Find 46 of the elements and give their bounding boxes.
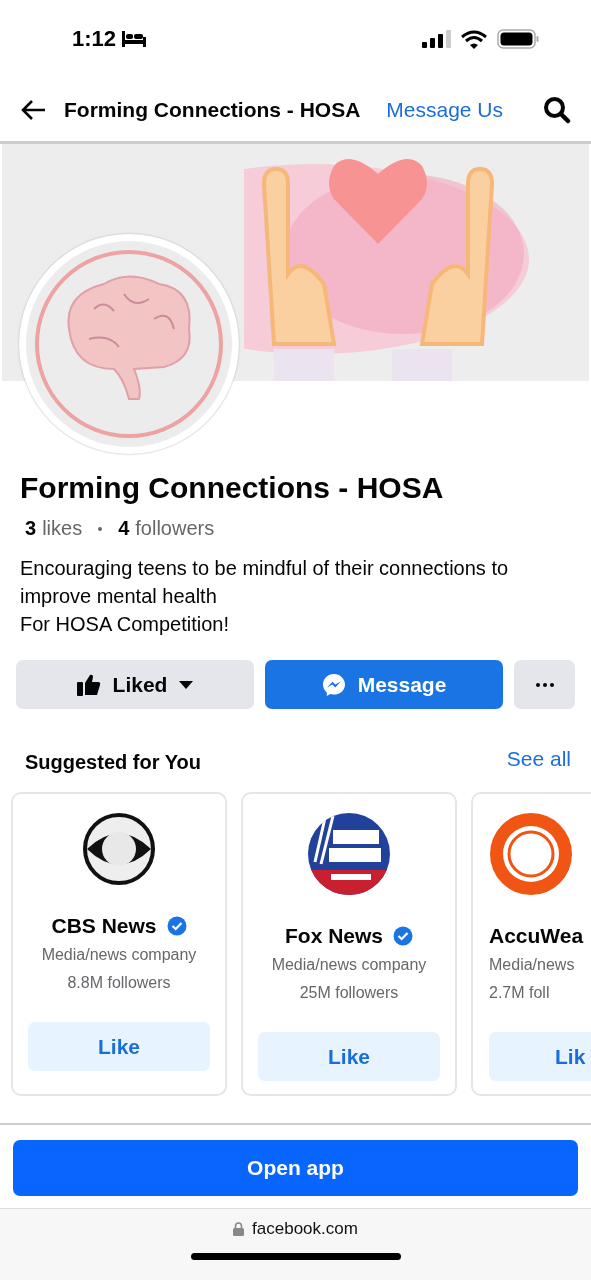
more-icon [535,682,554,687]
followers-count: 4 [118,517,130,540]
messenger-icon [321,672,346,697]
likes-count: 3 [25,517,37,540]
followers-label: followers [135,517,215,540]
bed-icon [122,31,147,47]
bio-text: For HOSA Competition! [20,612,230,637]
address-bar[interactable]: facebook.com [0,1208,591,1280]
open-app-button[interactable]: Open app [13,1140,578,1196]
eye-logo-icon [82,812,156,886]
wifi-icon [461,29,487,49]
search-icon[interactable] [543,95,571,124]
bio-text: Encouraging teens to be mindful of their connections to improve mental health [20,556,510,609]
page-name: Forming Connections - HOSA [20,471,445,505]
message-us-link[interactable]: Message Us [386,97,503,122]
sun-logo-icon [489,812,573,896]
url-text: facebook.com [252,1219,358,1239]
like-button[interactable]: Like [28,1022,210,1071]
suggestion-category: Media/news [489,956,575,974]
page-title: Forming Connections - HOSA [64,97,362,122]
suggestion-name: AccuWea [489,924,584,948]
caret-icon [179,680,194,689]
suggestion-card[interactable]: CBS News Media/news company 8.8M followers Like [11,792,227,1096]
back-arrow-icon[interactable] [20,98,46,121]
liked-button[interactable]: Liked [16,660,254,709]
battery-icon [497,29,539,49]
thumbs-up-icon [76,673,101,696]
separator-dot [98,526,103,531]
section-title: Suggested for You [25,751,201,774]
suggestion-name: CBS News [51,914,157,938]
like-button[interactable]: Like [258,1032,440,1081]
suggestion-category: Media/news company [41,946,197,964]
likes-label: likes [42,517,83,540]
suggestion-name: Fox News [285,924,383,948]
signal-icon [422,30,451,48]
suggestion-followers: 25M followers [299,984,399,1002]
see-all-link[interactable]: See all [506,746,571,771]
lock-icon [233,1222,245,1236]
suggestion-card[interactable]: Fox News Media/news company 25M followers Like [241,792,457,1096]
message-button[interactable]: Message [265,660,503,709]
like-button[interactable]: Lik [489,1032,591,1081]
suggestion-followers: 2.7M foll [489,984,550,1002]
status-time: 1:12 [72,26,117,52]
suggestion-category: Media/news company [271,956,427,974]
suggestion-followers: 8.8M followers [67,974,171,992]
suggestion-card[interactable]: AccuWea Media/news 2.7M foll Lik [471,792,591,1096]
